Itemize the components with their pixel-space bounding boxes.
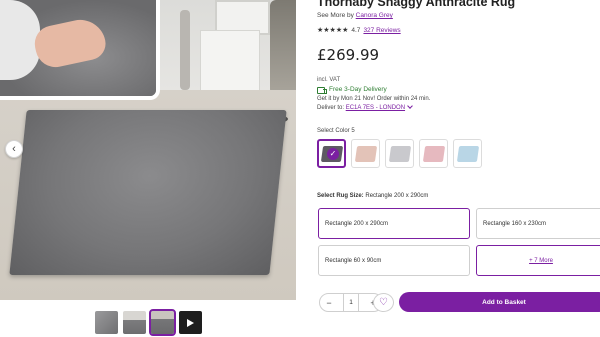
add-to-basket-button[interactable]: Add to Basket — [399, 292, 600, 312]
size-label: Select Rug Size: Rectangle 200 x 290cm — [317, 193, 429, 199]
decrease-quantity-button[interactable]: − — [320, 294, 338, 311]
check-icon: ✓ — [327, 148, 339, 160]
product-title: Thornaby Shaggy Anthracite Rug — [317, 0, 516, 9]
deliver-to: Deliver to: EC1A 7ES - LONDON — [317, 103, 413, 111]
color-swatches: ✓ — [317, 139, 482, 168]
thumbnail-room-view[interactable] — [123, 311, 146, 334]
color-label: Select Color 5 — [317, 128, 355, 134]
reviews-link[interactable]: 327 Reviews — [363, 27, 400, 34]
rating-value: 4.7 — [351, 26, 361, 34]
rating-row: ★★★★★ 4.7 327 Reviews — [317, 26, 401, 35]
product-gallery: ‹ — [0, 0, 296, 300]
thumbnail-video[interactable] — [179, 311, 202, 334]
previous-image-button[interactable]: ‹ — [5, 140, 23, 158]
brand-line: See More by Canora Grey — [317, 12, 393, 19]
add-to-wishlist-button[interactable]: ♡ — [373, 293, 394, 312]
brand-link[interactable]: Canora Grey — [356, 12, 393, 19]
chevron-down-icon — [407, 103, 413, 109]
color-swatch-silver[interactable] — [385, 139, 414, 168]
vat-note: incl. VAT — [317, 77, 341, 83]
main-product-image[interactable] — [9, 110, 287, 275]
size-option-60x90[interactable]: Rectangle 60 x 90cm — [318, 245, 470, 276]
size-option-160x230[interactable]: Rectangle 160 x 230cm — [476, 208, 600, 239]
room-lamp — [180, 10, 190, 90]
truck-icon — [317, 86, 327, 94]
quantity-value[interactable]: 1 — [349, 299, 353, 306]
thumbnail-closeup[interactable] — [95, 311, 118, 334]
thumbnail-strip — [95, 309, 202, 336]
play-icon — [187, 318, 194, 327]
delivery-info: Free 3-Day Delivery — [317, 86, 387, 94]
room-plant — [270, 0, 296, 95]
delivery-estimate: Get it by Mon 21 Nov! Order within 24 mi… — [317, 96, 431, 102]
color-swatch-anthracite[interactable]: ✓ — [317, 139, 346, 168]
heart-icon: ♡ — [379, 296, 388, 308]
more-sizes-button[interactable]: + 7 More — [476, 245, 600, 276]
chevron-left-icon: ‹ — [12, 143, 16, 155]
star-rating-icon: ★★★★★ — [317, 27, 349, 34]
color-swatch-pink[interactable] — [419, 139, 448, 168]
thumbnail-selected[interactable] — [149, 309, 176, 336]
color-swatch-blush[interactable] — [351, 139, 380, 168]
product-price: £269.99 — [317, 46, 380, 64]
color-swatch-blue[interactable] — [453, 139, 482, 168]
postcode-link[interactable]: EC1A 7ES - LONDON — [346, 103, 413, 111]
inset-closeup-image — [0, 0, 160, 100]
size-option-200x290[interactable]: Rectangle 200 x 290cm — [318, 208, 470, 239]
product-details-panel: Thornaby Shaggy Anthracite Rug See More … — [317, 0, 600, 337]
